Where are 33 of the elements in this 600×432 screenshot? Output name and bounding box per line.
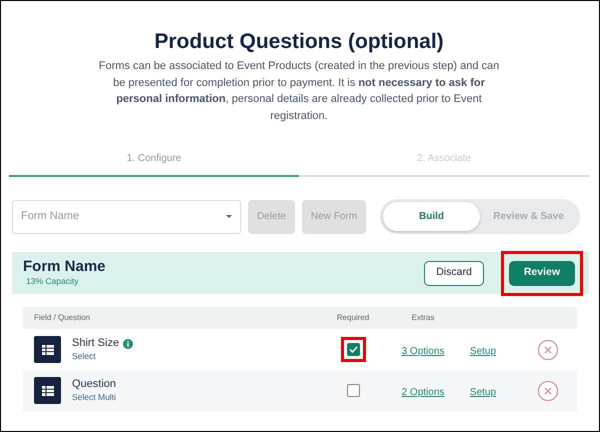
required-checkbox[interactable] (346, 343, 360, 356)
description: Forms can be associated to Event Products (created in the previous step) and can be presented for completion prior to payment. It is not necessary to ask for personal information, personal details are already collected prior to Event registration. (98, 59, 500, 124)
required-checkbox[interactable] (346, 384, 360, 398)
question-name: Shirt Size (72, 337, 120, 350)
question-type: Select (72, 350, 97, 362)
table-icon (34, 377, 61, 404)
close-icon (544, 386, 552, 395)
caret-icon (226, 215, 232, 218)
check-icon (348, 346, 358, 354)
options-link[interactable]: 3 Options (402, 346, 444, 357)
form-name-title: Form Name (23, 258, 107, 275)
setup-link[interactable]: Setup (470, 386, 496, 398)
question-type: Select Multi (72, 391, 116, 404)
mode-option[interactable]: Build (383, 202, 480, 232)
review-button[interactable]: Review (508, 260, 575, 286)
table-icon (34, 336, 61, 364)
column-header: Required (336, 312, 370, 324)
step-tab[interactable]: 1. Configure (9, 151, 299, 178)
discard-button[interactable]: Discard (424, 260, 484, 286)
column-header: Extras (412, 313, 434, 322)
remove-button[interactable] (538, 380, 558, 401)
close-icon (544, 346, 552, 354)
remove-button[interactable] (538, 340, 558, 360)
form-name-dropdown[interactable]: Form Name (12, 200, 241, 234)
mode-option[interactable]: Review & Save (480, 202, 578, 232)
info-icon[interactable] (123, 338, 134, 349)
setup-link[interactable]: Setup (470, 346, 496, 357)
column-header: Field / Question (34, 312, 90, 324)
page-title: Product Questions (optional) (153, 29, 445, 54)
capacity-text: 13% Capacity (26, 274, 80, 288)
question-name: Question (72, 378, 116, 392)
options-link[interactable]: 2 Options (402, 386, 444, 398)
mode-toggle[interactable]: Build Review & Save (380, 199, 580, 234)
